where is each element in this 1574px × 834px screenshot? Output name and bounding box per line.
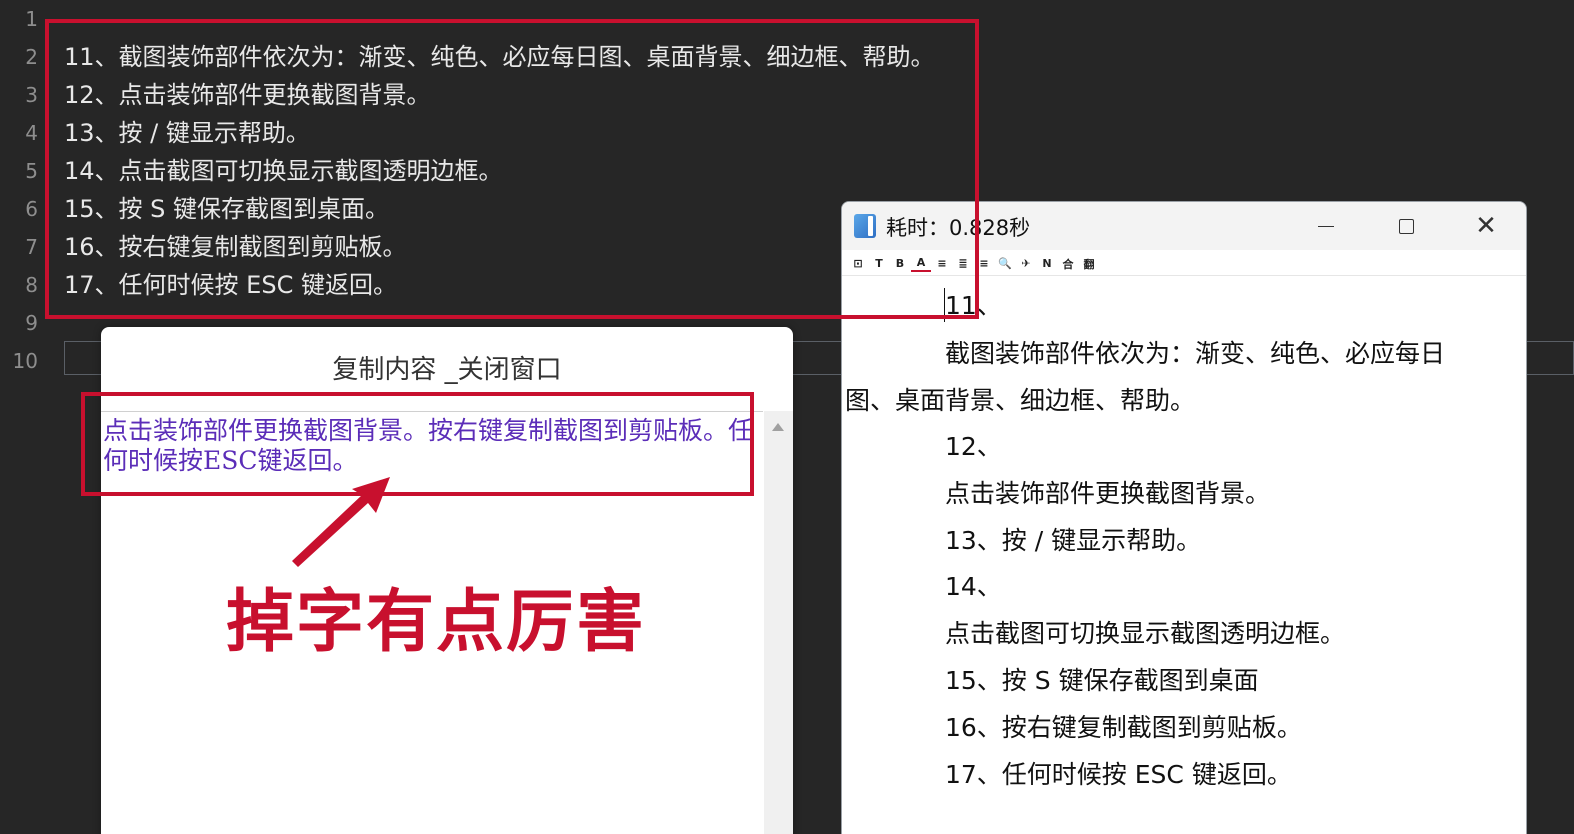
translate-button[interactable]: 翻 <box>1079 254 1099 274</box>
result-line: 点击装饰部件更换截图背景。 <box>945 479 1271 508</box>
bold-icon[interactable]: B <box>890 254 910 274</box>
line-number: 10 <box>12 349 38 373</box>
close-icon: ✕ <box>1475 211 1497 241</box>
minimize-icon <box>1318 225 1334 227</box>
line-number: 7 <box>25 235 38 259</box>
result-line: 12、 <box>945 432 1002 461</box>
align-justify-icon[interactable]: ≣ <box>953 254 973 274</box>
search-icon[interactable]: 🔍 <box>995 254 1015 274</box>
maximize-button[interactable] <box>1366 202 1446 250</box>
send-icon[interactable]: ✈ <box>1016 254 1036 274</box>
align-left-icon[interactable]: ≡ <box>932 254 952 274</box>
line-number: 1 <box>25 7 38 31</box>
text-icon[interactable]: T <box>869 254 889 274</box>
result-line: 16、按右键复制截图到剪贴板。 <box>945 713 1302 742</box>
screen: 1 2 3 4 5 6 7 8 9 10 11、截图装饰部件依次为：渐变、纯色、… <box>0 0 1574 834</box>
format-toolbar: ⊡ T B A ≡ ≣ ≡ 🔍 ✈ N 合 翻 <box>842 252 1526 276</box>
result-line: 17、任何时候按 ESC 键返回。 <box>945 760 1292 789</box>
code-line[interactable]: 17、任何时候按 ESC 键返回。 <box>64 266 397 304</box>
line-number: 4 <box>25 121 38 145</box>
font-color-icon[interactable]: A <box>911 255 931 272</box>
align-right-icon[interactable]: ≡ <box>974 254 994 274</box>
scroll-up-arrow-icon[interactable] <box>772 423 784 431</box>
result-line: 11、 <box>945 291 1002 320</box>
annotation-text: 掉字有点厉害 <box>226 583 647 662</box>
line-number: 5 <box>25 159 38 183</box>
maximize-icon <box>1398 218 1414 234</box>
result-line: 点击截图可切换显示截图透明边框。 <box>945 619 1346 648</box>
code-line[interactable]: 16、按右键复制截图到剪贴板。 <box>64 228 407 266</box>
merge-button[interactable]: 合 <box>1058 254 1078 274</box>
close-button[interactable]: ✕ <box>1446 202 1526 250</box>
frame-icon[interactable]: ⊡ <box>848 254 868 274</box>
result-window-title: 耗时：0.828秒 <box>886 216 1031 240</box>
vertical-scrollbar[interactable] <box>764 411 793 834</box>
line-number-gutter: 1 2 3 4 5 6 7 8 9 10 <box>0 0 50 834</box>
code-line[interactable]: 15、按 S 键保存截图到桌面。 <box>64 190 389 228</box>
result-window-titlebar[interactable]: 耗时：0.828秒 ✕ <box>842 202 1526 250</box>
result-line: 14、 <box>945 572 1002 601</box>
app-icon <box>854 214 876 238</box>
line-number: 9 <box>25 311 38 335</box>
line-number: 3 <box>25 83 38 107</box>
result-line: 图、桌面背景、细边框、帮助。 <box>845 386 1196 415</box>
close-window-title[interactable]: 复制内容 _关闭窗口 <box>101 349 793 386</box>
annotation-arrow-icon <box>292 477 390 567</box>
code-line[interactable]: 11、截图装饰部件依次为：渐变、纯色、必应每日图、桌面背景、细边框、帮助。 <box>64 38 935 76</box>
line-number: 2 <box>25 45 38 69</box>
result-text-area[interactable]: 11、 截图装饰部件依次为：渐变、纯色、必应每日 图、桌面背景、细边框、帮助。 … <box>842 278 1526 834</box>
result-line: 15、按 S 键保存截图到桌面 <box>945 666 1259 695</box>
minimize-button[interactable] <box>1286 202 1366 250</box>
copied-text[interactable]: 点击装饰部件更换截图背景。按右键复制截图到剪贴板。任何时候按ESC键返回。 <box>103 416 753 476</box>
result-window[interactable]: 耗时：0.828秒 ✕ ⊡ T B A ≡ ≣ ≡ 🔍 ✈ N 合 翻 11、 … <box>841 201 1527 834</box>
line-number: 8 <box>25 273 38 297</box>
result-line: 13、按 / 键显示帮助。 <box>945 526 1202 555</box>
code-line[interactable]: 12、点击装饰部件更换截图背景。 <box>64 76 431 114</box>
n-icon[interactable]: N <box>1037 254 1057 274</box>
result-line: 截图装饰部件依次为：渐变、纯色、必应每日 <box>945 339 1446 368</box>
code-line[interactable]: 14、点击截图可切换显示截图透明边框。 <box>64 152 503 190</box>
code-line[interactable]: 13、按 / 键显示帮助。 <box>64 114 310 152</box>
line-number: 6 <box>25 197 38 221</box>
